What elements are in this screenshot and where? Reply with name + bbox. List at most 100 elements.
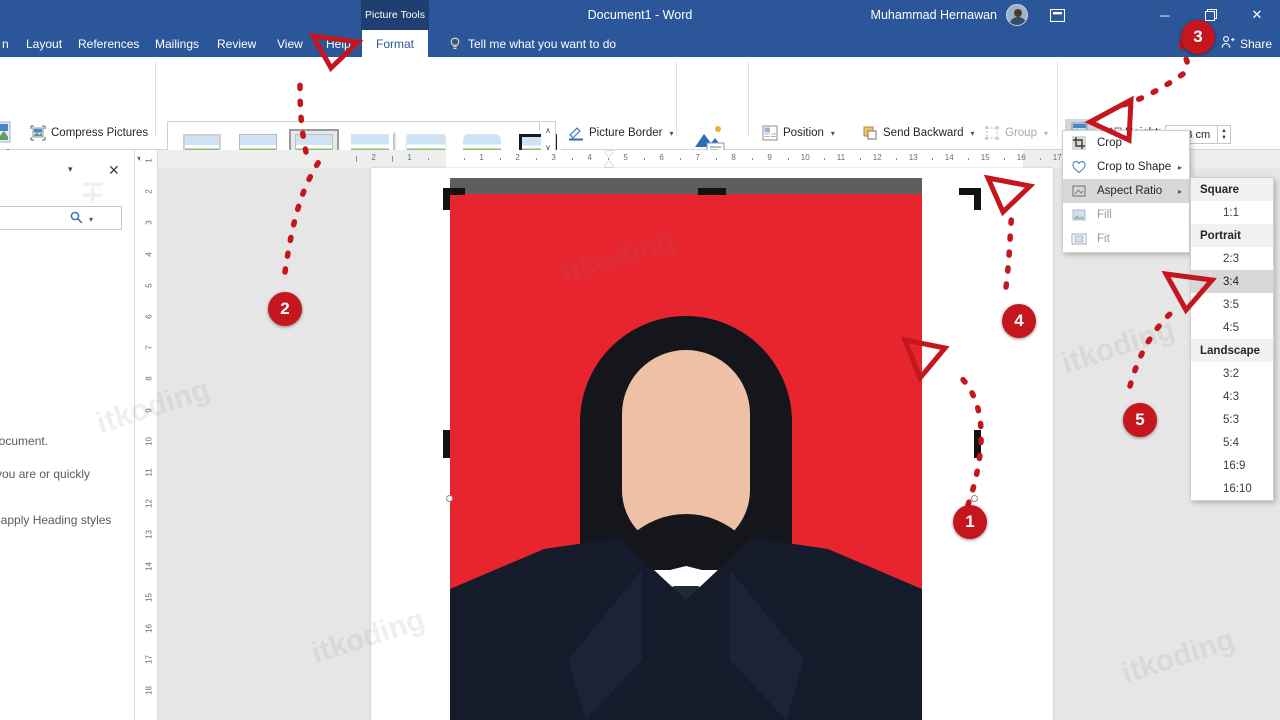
annotation-badge-1: 1 [953,505,987,539]
height-stepper[interactable]: ▲ ▼ [1218,125,1231,144]
aspect-ratio-16-10[interactable]: 16:10 [1191,477,1273,500]
minimize-button[interactable]: ─ [1142,0,1188,30]
group-icon [984,125,1000,141]
ribbon-display-options-icon[interactable] [1046,6,1068,24]
compress-pictures-button[interactable]: Compress Pictures [30,125,148,141]
aspect-ratio-4-3[interactable]: 4:3 [1191,385,1273,408]
annotation-badge-2: 2 [268,292,302,326]
vertical-ruler-tick: 11 [144,468,154,477]
horizontal-ruler-tick: 2 [371,153,376,162]
vertical-ruler-tick: 4 [144,251,154,257]
menu-item-crop-to-shape[interactable]: Crop to Shape ▸ [1063,155,1189,179]
aspect-ratio-section-portrait: Portrait [1191,224,1273,247]
horizontal-ruler-tick: 14 [944,153,954,162]
position-button[interactable]: Position ▾ [762,125,835,141]
user-account-name[interactable]: Muhammad Hernawan [871,0,997,30]
menu-item-fit-label: Fit [1097,233,1110,245]
chevron-right-icon: ▸ [1177,186,1182,196]
artistic-effects-icon[interactable] [0,119,20,153]
crop-handle-top-right[interactable] [974,188,981,210]
menu-item-fit[interactable]: Fit [1063,227,1189,251]
crop-handle-middle-left[interactable] [443,430,450,458]
horizontal-ruler-tick: 1 [479,153,484,162]
menu-item-crop[interactable]: Crop [1063,131,1189,155]
crop-dropdown-menu[interactable]: Crop Crop to Shape ▸ Aspect Ratio ▸ Fill… [1062,130,1190,253]
horizontal-ruler-minor-tick [392,156,393,162]
inserted-picture[interactable] [450,194,922,720]
menu-item-fill-label: Fill [1097,209,1112,221]
horizontal-ruler-tick: 13 [908,153,918,162]
horizontal-ruler-tick: 7 [695,153,700,162]
tell-me-label: Tell me what you want to do [468,36,617,51]
picture-border-button[interactable]: Picture Border ▾ [568,125,674,141]
send-backward-button[interactable]: Send Backward ▾ [862,125,975,141]
compress-pictures-icon [30,125,46,141]
horizontal-ruler-minor-tick [860,158,861,160]
compress-pictures-label: Compress Pictures [51,127,149,139]
position-icon [762,125,778,141]
lightbulb-icon [449,37,461,51]
navigation-search-input[interactable]: ▾ [0,206,122,230]
vertical-ruler-tick: 7 [144,345,154,350]
vertical-ruler-tick: 5 [144,283,154,288]
resize-handle-middle-left[interactable] [446,495,453,502]
first-line-indent-marker[interactable] [604,151,614,157]
vertical-ruler-tick: 1 [144,158,154,163]
horizontal-ruler-minor-tick [1004,158,1005,160]
gallery-scroll-up[interactable]: ∧ [541,122,555,139]
menu-item-crop-to-shape-label: Crop to Shape [1097,161,1172,173]
horizontal-ruler-tick: 11 [836,153,846,162]
tell-me-box[interactable]: Tell me what you want to do [449,30,616,57]
tab-review[interactable]: Review [209,30,264,57]
fit-icon [1071,231,1087,247]
hanging-indent-marker[interactable] [604,161,614,167]
crop-handle-top-left[interactable] [443,188,450,210]
tab-view[interactable]: View [269,30,311,57]
resize-handle-middle-right[interactable] [971,495,978,502]
menu-item-fill[interactable]: Fill [1063,203,1189,227]
tab-layout[interactable]: Layout [18,30,70,57]
share-button[interactable]: Share [1221,30,1272,57]
aspect-ratio-1-1[interactable]: 1:1 [1191,201,1273,224]
crop-handle-middle-right[interactable] [974,430,981,458]
menu-item-aspect-ratio[interactable]: Aspect Ratio ▸ [1063,179,1189,203]
tab-mailings[interactable]: Mailings [147,30,207,57]
tab-home[interactable]: n [0,30,17,57]
navigation-hint-line-1: document. [0,434,49,448]
vertical-ruler-tick: 2 [144,189,154,194]
horizontal-ruler-tick: 6 [659,153,664,162]
navigation-hint-line-2: e you are or quickly [0,467,91,481]
aspect-ratio-2-3[interactable]: 2:3 [1191,247,1273,270]
aspect-ratio-4-5[interactable]: 4:5 [1191,316,1273,339]
aspect-ratio-5-3[interactable]: 5:3 [1191,408,1273,431]
navigation-pane-close-icon[interactable]: ✕ [108,162,120,179]
aspect-ratio-5-4[interactable]: 5:4 [1191,431,1273,454]
avatar[interactable] [1006,4,1028,26]
aspect-ratio-3-5[interactable]: 3:5 [1191,293,1273,316]
group-button: Group ▾ [984,125,1048,141]
navigation-hint-line-3: nd apply Heading styles [0,513,112,527]
horizontal-ruler-minor-tick [752,158,753,160]
send-backward-label: Send Backward [883,127,964,139]
avatar-body [1009,17,1027,25]
aspect-ratio-3-4[interactable]: 3:4 [1191,270,1273,293]
document-page[interactable] [371,168,1053,720]
aspect-ratio-submenu[interactable]: Square 1:1 Portrait 2:3 3:4 3:5 4:5 Land… [1190,177,1274,501]
tab-help[interactable]: Help [318,30,359,57]
aspect-ratio-16-9[interactable]: 16:9 [1191,454,1273,477]
aspect-ratio-3-2[interactable]: 3:2 [1191,362,1273,385]
vertical-ruler[interactable]: 1 2 3 4 5 6 7 8 9 10 11 12 13 14 15 16 17 18 [140,150,158,720]
crop-handle-top-center[interactable] [698,188,726,195]
close-button[interactable]: ✕ [1234,0,1280,30]
horizontal-ruler-tick: 9 [767,153,772,162]
horizontal-ruler-minor-tick [824,158,825,160]
horizontal-ruler-minor-tick [716,158,717,160]
search-options-caret-icon[interactable]: ▾ [89,215,93,224]
horizontal-ruler-tick: 5 [623,153,628,162]
horizontal-ruler-minor-tick [464,158,465,160]
tab-format[interactable]: Format [362,30,428,57]
horizontal-ruler-minor-tick [572,158,573,160]
tab-references[interactable]: References [70,30,147,57]
position-label: Position [783,127,824,139]
navigation-pane-chevron-down-icon[interactable]: ▾ [68,164,73,175]
